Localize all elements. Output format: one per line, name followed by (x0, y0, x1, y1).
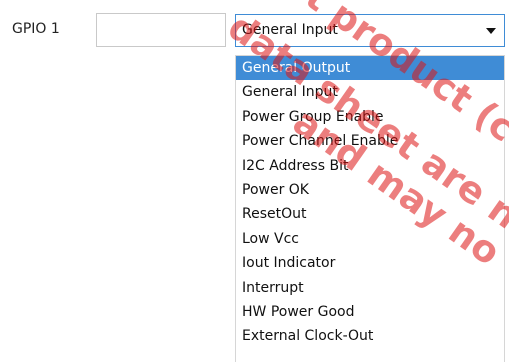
dropdown-option[interactable]: I2C Address Bit (236, 154, 504, 178)
dropdown-option[interactable]: Interrupt (236, 276, 504, 300)
gpio-function-select[interactable]: General Input (235, 14, 505, 47)
dropdown-option[interactable]: ResetOut (236, 202, 504, 226)
dropdown-option[interactable]: HW Power Good (236, 300, 504, 324)
gpio-function-dropdown-list: General Output General Input Power Group… (235, 55, 505, 362)
dropdown-option[interactable]: External Clock-Out (236, 324, 504, 348)
chevron-down-icon[interactable] (486, 28, 496, 34)
dropdown-option[interactable]: Power Group Enable (236, 105, 504, 129)
gpio-config-panel: GPIO 1 General Input General Output Gene… (0, 0, 509, 362)
dropdown-option[interactable]: Iout Indicator (236, 251, 504, 275)
dropdown-option[interactable]: General Output (236, 56, 504, 81)
dropdown-option[interactable]: Power OK (236, 178, 504, 202)
dropdown-option[interactable]: Power Channel Enable (236, 129, 504, 153)
select-value: General Input (242, 22, 338, 38)
gpio-text-field[interactable] (96, 13, 226, 47)
gpio-label: GPIO 1 (12, 21, 60, 37)
dropdown-option[interactable]: Low Vcc (236, 227, 504, 251)
dropdown-option[interactable]: General Input (236, 80, 504, 104)
